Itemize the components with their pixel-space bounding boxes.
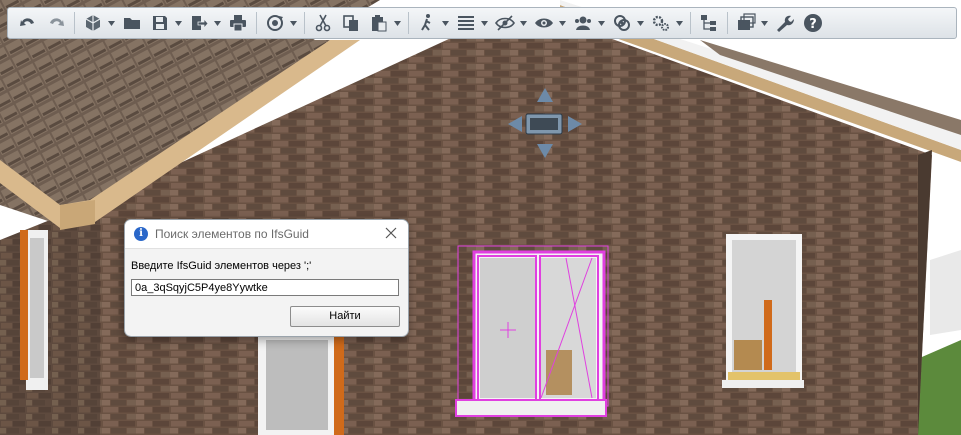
hide-icon[interactable] bbox=[493, 11, 517, 35]
toolbar-separator bbox=[256, 12, 257, 34]
ifsguid-search-dialog: i Поиск элементов по IfsGuid Введите Ifs… bbox=[124, 219, 409, 337]
chevron-down-icon[interactable] bbox=[107, 11, 115, 35]
3d-viewport[interactable] bbox=[0, 0, 961, 435]
help-icon[interactable]: ? bbox=[801, 11, 825, 35]
users-icon[interactable] bbox=[571, 11, 595, 35]
chevron-down-icon[interactable] bbox=[519, 11, 527, 35]
list-icon[interactable] bbox=[454, 11, 478, 35]
main-toolbar: ? bbox=[7, 7, 957, 39]
chevron-down-icon[interactable] bbox=[393, 11, 401, 35]
ifsguid-input[interactable] bbox=[131, 279, 399, 296]
paste-icon[interactable] bbox=[367, 11, 391, 35]
toolbar-separator bbox=[727, 12, 728, 34]
copy-icon[interactable] bbox=[339, 11, 363, 35]
info-icon: i bbox=[134, 227, 148, 241]
undo-icon[interactable] bbox=[16, 11, 40, 35]
svg-text:?: ? bbox=[809, 17, 817, 32]
show-icon[interactable] bbox=[532, 11, 556, 35]
redo-icon[interactable] bbox=[44, 11, 68, 35]
toolbar-separator bbox=[408, 12, 409, 34]
chevron-down-icon[interactable] bbox=[675, 11, 683, 35]
toolbar-separator bbox=[690, 12, 691, 34]
walk-icon[interactable] bbox=[415, 11, 439, 35]
save-icon[interactable] bbox=[148, 11, 172, 35]
chevron-down-icon[interactable] bbox=[213, 11, 221, 35]
chevron-down-icon[interactable] bbox=[480, 11, 488, 35]
chevron-down-icon[interactable] bbox=[636, 11, 644, 35]
ifsguid-label: Введите IfsGuid элементов через ';' bbox=[131, 260, 312, 272]
dialog-titlebar[interactable]: i Поиск элементов по IfsGuid bbox=[125, 220, 408, 249]
layers-icon[interactable] bbox=[734, 11, 758, 35]
chevron-down-icon[interactable] bbox=[174, 11, 182, 35]
open-folder-icon[interactable] bbox=[120, 11, 144, 35]
chevron-down-icon[interactable] bbox=[289, 11, 297, 35]
close-icon[interactable] bbox=[382, 224, 400, 242]
clash-icon[interactable] bbox=[610, 11, 634, 35]
dialog-title: Поиск элементов по IfsGuid bbox=[155, 227, 309, 241]
wrench-icon[interactable] bbox=[773, 11, 797, 35]
toolbar-separator bbox=[74, 12, 75, 34]
chevron-down-icon[interactable] bbox=[558, 11, 566, 35]
find-button[interactable]: Найти bbox=[290, 306, 400, 327]
chevron-down-icon[interactable] bbox=[441, 11, 449, 35]
print-icon[interactable] bbox=[226, 11, 250, 35]
cube-view-icon[interactable] bbox=[81, 11, 105, 35]
chevron-down-icon[interactable] bbox=[760, 11, 768, 35]
toolbar-separator bbox=[304, 12, 305, 34]
chevron-down-icon[interactable] bbox=[597, 11, 605, 35]
export-icon[interactable] bbox=[187, 11, 211, 35]
model-tree-icon[interactable] bbox=[697, 11, 721, 35]
settings-icon[interactable] bbox=[649, 11, 673, 35]
cut-icon[interactable] bbox=[311, 11, 335, 35]
orbit-icon[interactable] bbox=[263, 11, 287, 35]
